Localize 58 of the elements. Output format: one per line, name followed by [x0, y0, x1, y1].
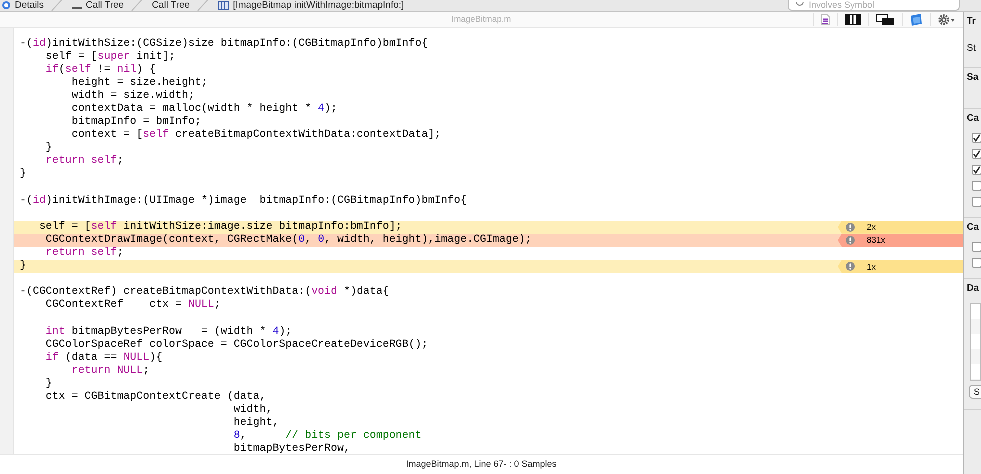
code-line: ctx = CGBitmapContextCreate (data, — [44, 391, 266, 404]
warning-icon — [846, 222, 855, 232]
status-text: ImageBitmap.m, Line 67- : 0 Samples — [406, 458, 557, 471]
code-line: } — [20, 168, 26, 182]
checkbox[interactable] — [972, 133, 981, 143]
sample-count: 1x — [867, 262, 876, 272]
code-line: height = size.height; — [70, 76, 208, 90]
code-line: width, — [232, 404, 273, 417]
file-name-title: ImageBitmap.m — [452, 13, 512, 26]
circle-icon — [2, 1, 11, 10]
table-icon — [218, 1, 230, 10]
checkbox[interactable] — [972, 258, 981, 268]
code-line: -(id)initWithImage:(UIImage *)image bitmapInfo:(CGBitmapInfo)bmInfo{ — [20, 194, 468, 208]
breadcrumb-item[interactable]: [ImageBitmap initWithImage:bitmapInfo:] — [218, 0, 404, 11]
checkbox[interactable] — [972, 242, 981, 252]
setting-label: St — [967, 43, 976, 55]
code-line: } — [44, 142, 52, 156]
search-field[interactable]: Involves Symbol — [788, 0, 960, 11]
section-heading: Ca — [967, 113, 980, 125]
inspector-button[interactable]: S — [969, 385, 981, 399]
code-line: return self; — [44, 247, 124, 260]
checkbox[interactable] — [972, 181, 981, 191]
sample-count: 831x — [867, 235, 886, 246]
code-line: self = [super init]; — [44, 50, 176, 64]
warning-icon — [846, 262, 855, 272]
checkbox[interactable] — [972, 197, 981, 207]
breadcrumb-item[interactable]: Call Tree — [152, 0, 190, 11]
code-line: context = [self createBitmapContextWithData:contextData]; — [70, 129, 442, 142]
sample-count: 2x — [867, 222, 876, 232]
code-line: -(id)initWithSize:(CGSize)size bitmapInfo:(CGBitmapInfo)bmInfo{ — [20, 38, 428, 51]
code-line: return NULL; — [70, 364, 150, 378]
search-icon — [796, 2, 804, 8]
code-line: -(CGContextRef) createBitmapContextWithData:(void *)data{ — [20, 286, 390, 299]
checkbox[interactable] — [972, 165, 981, 175]
code-line: self = [self initWithSize:image.size bitmapInfo:bmInfo]; — [38, 220, 402, 234]
code-line: CGContextDrawImage(context, CGRectMake(0, 0, width, height),image.CGImage); — [44, 234, 532, 247]
code-line: 8, // bits per component — [232, 430, 422, 443]
code-line: height, — [232, 417, 280, 430]
code-line: } — [44, 378, 52, 391]
code-line: int bitmapBytesPerRow = (width * 4); — [44, 326, 292, 339]
code-line: width = size.width; — [70, 90, 195, 103]
code-line: bitmapBytesPerRow, — [232, 443, 350, 454]
code-line: if (data == NULL){ — [44, 352, 163, 365]
breadcrumb-item[interactable]: Details — [2, 0, 44, 11]
section-heading: Ca — [967, 222, 980, 234]
section-heading: Sa — [967, 72, 979, 84]
code-line: if(self != nil) { — [44, 64, 156, 77]
checkbox[interactable] — [972, 149, 981, 159]
warning-icon — [846, 236, 855, 245]
code-line: } — [20, 260, 26, 274]
code-line: return self; — [44, 155, 124, 168]
code-line: contextData = malloc(width * height * 4); — [70, 103, 338, 116]
section-heading: Tr — [967, 16, 976, 28]
code-line: CGContextRef ctx = NULL; — [44, 299, 221, 312]
section-heading: Da — [967, 283, 980, 295]
breadcrumb-item[interactable]: Call Tree — [72, 0, 124, 11]
code-line: bitmapInfo = bmInfo; — [70, 116, 202, 129]
code-line: CGColorSpaceRef colorSpace = CGColorSpaceCreateDeviceRGB(); — [44, 338, 428, 352]
